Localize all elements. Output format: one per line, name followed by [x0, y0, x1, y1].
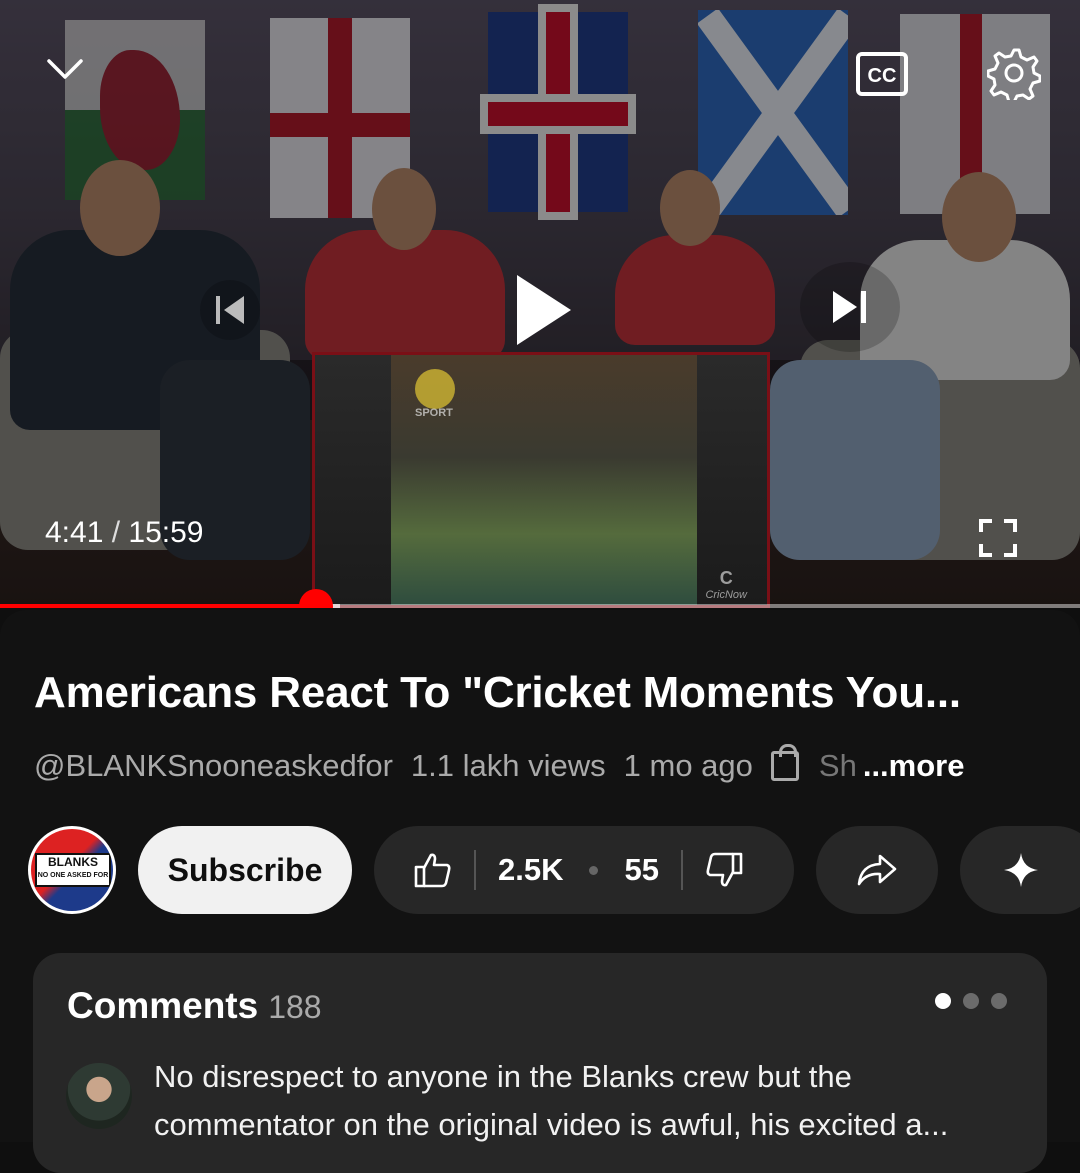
commenter-avatar: [66, 1063, 132, 1129]
watermark-text: CricNow: [705, 589, 747, 601]
comments-count: 188: [268, 989, 322, 1025]
comment-line-1: No disrespect to anyone in the Blanks cr…: [154, 1059, 852, 1094]
chevron-down-icon: [47, 59, 83, 79]
closed-captions-icon: CC: [856, 52, 908, 96]
comments-teaser[interactable]: Comments 188 No disrespect to anyone in t…: [33, 953, 1047, 1173]
avatar-badge: BLANKS NO ONE ASKED FOR: [35, 853, 111, 887]
watermark-letter: C: [719, 568, 733, 588]
upload-age: 1 mo ago: [623, 748, 753, 783]
comments-title: Comments: [67, 985, 259, 1026]
video-metadata[interactable]: @BLANKSnooneaskedfor 1.1 lakh views 1 mo…: [34, 744, 982, 784]
previous-button[interactable]: [200, 280, 260, 340]
channel-logo-icon: [415, 369, 455, 409]
like-dislike-bar: 2.5K 55: [374, 826, 794, 914]
view-count: 1.1 lakh views: [410, 748, 606, 783]
carousel-dots: [935, 993, 1007, 1009]
collapse-button[interactable]: [40, 44, 90, 94]
inset-watermark: C CricNow: [705, 568, 747, 601]
time-display: 4:41 / 15:59: [45, 516, 204, 550]
gear-icon: [987, 48, 1041, 100]
dislike-button[interactable]: 55: [624, 826, 743, 914]
fullscreen-icon: [979, 519, 1017, 557]
duration: 15:59: [128, 516, 204, 549]
captions-label: CC: [868, 65, 897, 87]
carousel-dot: [963, 993, 979, 1009]
share-arrow-icon: [857, 854, 897, 886]
time-separator: /: [111, 516, 121, 549]
avatar-text-1: BLANKS: [48, 855, 98, 869]
carousel-dot: [991, 993, 1007, 1009]
video-player[interactable]: SPORT C CricNow CC 4:41 / 15:59: [0, 0, 1080, 608]
comments-heading: Comments 188: [67, 985, 322, 1027]
current-time: 4:41: [45, 516, 104, 549]
channel-handle[interactable]: @BLANKSnooneaskedfor: [34, 748, 393, 784]
skip-previous-icon: [216, 296, 244, 324]
shop-label[interactable]: Sh: [819, 748, 857, 784]
thumbs-down-icon: [706, 852, 743, 887]
seek-bar[interactable]: [0, 589, 1080, 608]
dislike-count: 55: [624, 852, 659, 887]
inset-logo-text: SPORT: [415, 407, 453, 419]
video-title[interactable]: Americans React To "Cricket Moments You.…: [34, 668, 1044, 718]
shopping-bag-icon: [770, 744, 799, 781]
separator-dot: [589, 865, 599, 875]
share-button[interactable]: [816, 826, 938, 914]
captions-button[interactable]: CC: [855, 50, 909, 98]
skip-next-icon: [833, 291, 866, 323]
thumbs-up-icon: [414, 853, 451, 888]
like-count: 2.5K: [498, 852, 564, 887]
sparkle-icon: [1004, 853, 1038, 887]
next-button[interactable]: [800, 262, 900, 352]
avatar-text-2: NO ONE ASKED FOR: [37, 872, 109, 879]
like-button[interactable]: 2.5K: [374, 826, 563, 914]
top-comment: No disrespect to anyone in the Blanks cr…: [154, 1053, 1014, 1149]
channel-avatar[interactable]: BLANKS NO ONE ASKED FOR: [28, 826, 116, 914]
carousel-dot-active: [935, 993, 951, 1009]
divider: [474, 850, 476, 890]
divider: [680, 850, 683, 890]
more-button[interactable]: ...more: [863, 748, 965, 784]
settings-button[interactable]: [985, 44, 1043, 102]
fullscreen-button[interactable]: [975, 515, 1021, 561]
reaction-inset-video: SPORT C CricNow: [312, 352, 770, 608]
play-icon: [517, 275, 571, 345]
subscribe-button[interactable]: Subscribe: [138, 826, 352, 914]
remix-button[interactable]: [960, 826, 1080, 914]
play-button[interactable]: [478, 250, 608, 370]
progress-fill: [0, 604, 317, 608]
